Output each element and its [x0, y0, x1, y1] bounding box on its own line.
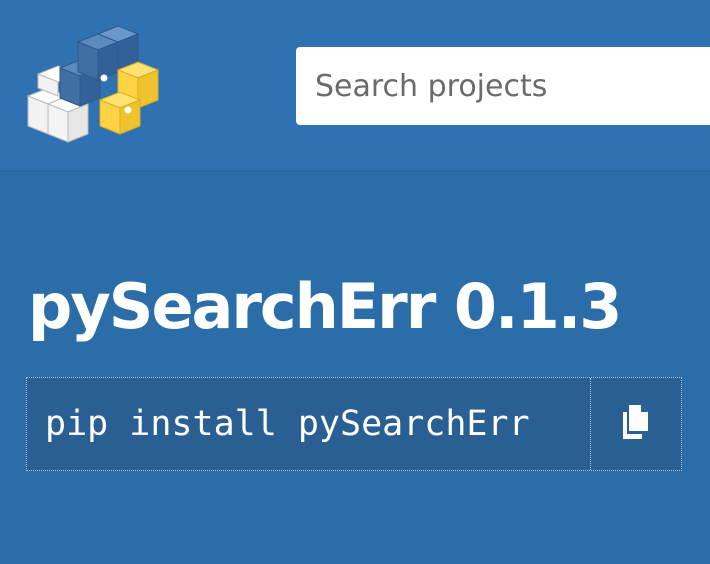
install-command-box: pip install pySearchErr — [26, 377, 682, 471]
pypi-logo-icon[interactable] — [22, 22, 162, 146]
install-command[interactable]: pip install pySearchErr — [27, 378, 590, 470]
copy-icon[interactable] — [620, 404, 652, 444]
search-box[interactable] — [296, 47, 710, 125]
search-input[interactable] — [313, 67, 710, 105]
site-header — [0, 0, 710, 172]
package-title: pySearchErr 0.1.3 — [28, 270, 622, 343]
copy-button[interactable] — [590, 378, 681, 470]
